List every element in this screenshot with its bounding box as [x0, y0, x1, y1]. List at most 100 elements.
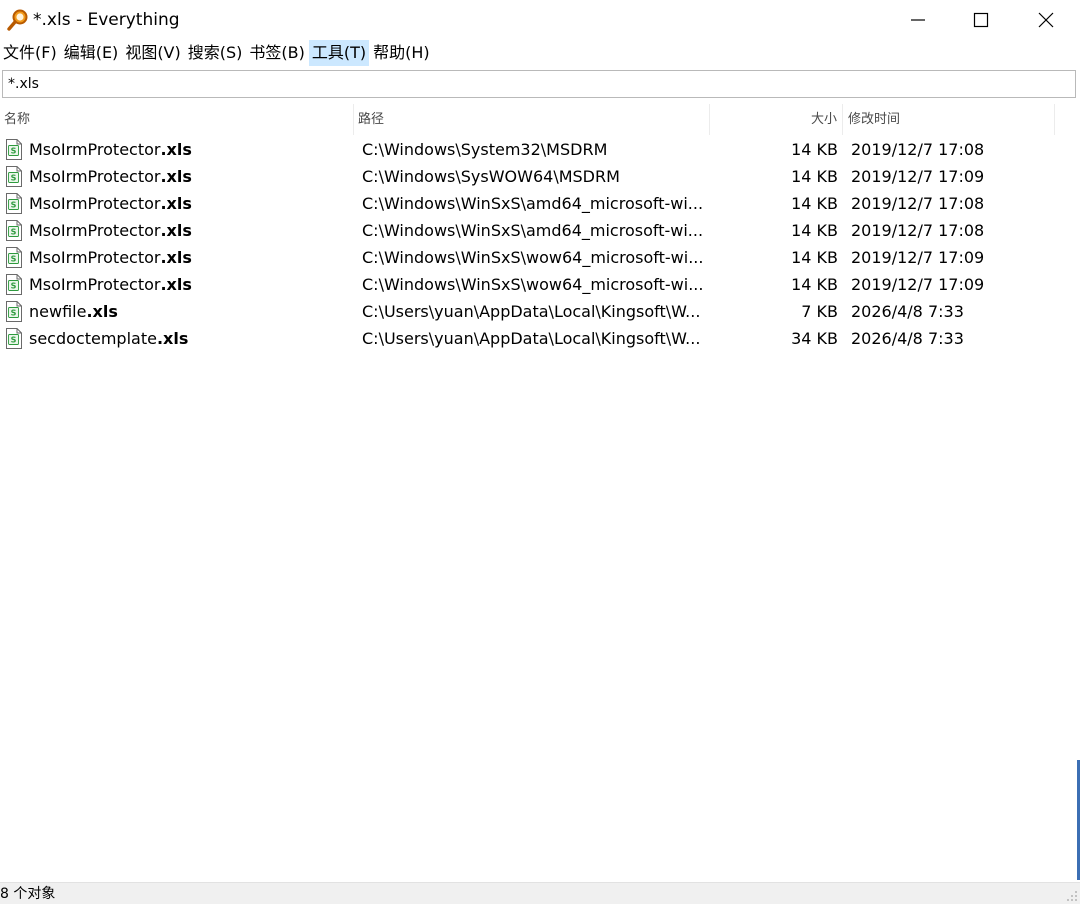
maximize-icon: [973, 12, 989, 28]
file-size: 14 KB: [791, 221, 838, 240]
file-name-extension: .xls: [86, 302, 118, 321]
file-name-stem: MsoIrmProtector: [29, 167, 161, 186]
table-row[interactable]: S MsoIrmProtector.xls C:\Windows\WinSxS\am…: [0, 217, 1080, 244]
status-bar: 8 个对象: [0, 882, 1080, 904]
magnifier-icon: [6, 8, 30, 32]
column-header-path[interactable]: 路径: [354, 104, 710, 135]
menu-bar: 文件(F) 编辑(E) 视图(V) 搜索(S) 书签(B) 工具(T) 帮助(H…: [0, 40, 1080, 67]
table-row[interactable]: S MsoIrmProtector.xls C:\Windows\WinSxS\wo…: [0, 244, 1080, 271]
file-path: C:\Windows\System32\MSDRM: [362, 140, 608, 159]
table-row[interactable]: S MsoIrmProtector.xls C:\Windows\WinSxS\am…: [0, 190, 1080, 217]
file-name-stem: MsoIrmProtector: [29, 248, 161, 267]
search-input[interactable]: [3, 71, 1074, 97]
menu-tools[interactable]: 工具(T): [308, 40, 370, 66]
object-count: 8 个对象: [0, 886, 56, 902]
file-name-extension: .xls: [160, 167, 192, 186]
file-size: 34 KB: [791, 329, 838, 348]
column-header-name[interactable]: 名称: [0, 104, 354, 135]
file-path: C:\Windows\WinSxS\wow64_microsoft-wi...: [362, 248, 704, 267]
file-name: MsoIrmProtector.xls: [29, 136, 349, 163]
file-name-extension: .xls: [160, 194, 192, 213]
file-path: C:\Windows\WinSxS\amd64_microsoft-wi...: [362, 221, 704, 240]
column-header-row: 名称 路径 大小 修改时间: [0, 104, 1080, 135]
search-box: [2, 70, 1076, 98]
svg-text:S: S: [11, 282, 17, 291]
table-row[interactable]: S MsoIrmProtector.xls C:\Windows\System32\…: [0, 136, 1080, 163]
svg-text:S: S: [11, 201, 17, 210]
everything-window: *.xls - Everything 文件(F) 编辑(E) 视图(V) 搜索(…: [0, 0, 1080, 904]
file-path: C:\Windows\WinSxS\amd64_microsoft-wi...: [362, 194, 704, 213]
column-header-date-modified[interactable]: 修改时间: [843, 104, 1055, 135]
svg-text:S: S: [11, 255, 17, 264]
table-row[interactable]: S MsoIrmProtector.xls C:\Windows\SysWOW64\…: [0, 163, 1080, 190]
file-name: MsoIrmProtector.xls: [29, 190, 349, 217]
resize-grip-icon[interactable]: [1066, 890, 1078, 902]
menu-edit[interactable]: 编辑(E): [61, 40, 122, 66]
column-header-size[interactable]: 大小: [710, 104, 843, 135]
file-name-extension: .xls: [160, 221, 192, 240]
svg-text:S: S: [11, 147, 17, 156]
file-path: C:\Windows\SysWOW64\MSDRM: [362, 167, 620, 186]
file-size: 14 KB: [791, 248, 838, 267]
svg-text:S: S: [11, 228, 17, 237]
spreadsheet-file-icon: S: [5, 274, 23, 295]
file-name-stem: secdoctemplate: [29, 329, 157, 348]
file-name-extension: .xls: [160, 275, 192, 294]
results-list: S MsoIrmProtector.xls C:\Windows\System32\…: [0, 136, 1080, 352]
file-name: secdoctemplate.xls: [29, 325, 349, 352]
file-name-stem: MsoIrmProtector: [29, 221, 161, 240]
spreadsheet-file-icon: S: [5, 166, 23, 187]
menu-view[interactable]: 视图(V): [122, 40, 183, 66]
file-size: 14 KB: [791, 140, 838, 159]
file-size: 7 KB: [801, 302, 838, 321]
title-bar[interactable]: *.xls - Everything: [0, 0, 1080, 40]
table-row[interactable]: Snewfile.xls C:\Users\yuan\AppData\Local\…: [0, 298, 1080, 325]
file-path: C:\Users\yuan\AppData\Local\Kingsoft\W..…: [362, 329, 701, 348]
file-date-modified: 2019/12/7 17:09: [851, 275, 985, 294]
table-row[interactable]: Ssecdoctemplate.xls C:\Users\yuan\AppData…: [0, 325, 1080, 352]
spreadsheet-file-icon: S: [5, 301, 23, 322]
file-name: MsoIrmProtector.xls: [29, 163, 349, 190]
file-path: C:\Users\yuan\AppData\Local\Kingsoft\W..…: [362, 302, 701, 321]
minimize-button[interactable]: [886, 0, 950, 40]
file-name-stem: newfile: [29, 302, 87, 321]
file-name: newfile.xls: [29, 298, 349, 325]
file-name-extension: .xls: [156, 329, 189, 348]
file-name: MsoIrmProtector.xls: [29, 244, 349, 271]
close-button[interactable]: [1014, 0, 1078, 40]
menu-file[interactable]: 文件(F): [0, 40, 60, 66]
file-name-stem: MsoIrmProtector: [29, 140, 161, 159]
file-size: 14 KB: [791, 167, 838, 186]
file-date-modified: 2019/12/7 17:08: [851, 140, 985, 159]
close-icon: [1038, 12, 1054, 28]
file-size: 14 KB: [791, 275, 838, 294]
spreadsheet-file-icon: S: [5, 247, 23, 268]
spreadsheet-file-icon: S: [5, 220, 23, 241]
maximize-button[interactable]: [949, 0, 1013, 40]
table-row[interactable]: S MsoIrmProtector.xls C:\Windows\WinSxS\wo…: [0, 271, 1080, 298]
svg-text:S: S: [11, 174, 17, 183]
svg-text:S: S: [11, 336, 17, 345]
menu-help[interactable]: 帮助(H): [370, 40, 433, 66]
spreadsheet-file-icon: S: [5, 328, 23, 349]
spreadsheet-file-icon: S: [5, 139, 23, 160]
file-date-modified: 2019/12/7 17:09: [851, 248, 985, 267]
spreadsheet-file-icon: S: [5, 193, 23, 214]
file-path: C:\Windows\WinSxS\wow64_microsoft-wi...: [362, 275, 704, 294]
file-date-modified: 2019/12/7 17:08: [851, 194, 985, 213]
file-size: 14 KB: [791, 194, 838, 213]
file-name-extension: .xls: [160, 248, 192, 267]
file-name-stem: MsoIrmProtector: [29, 194, 161, 213]
file-date-modified: 2026/4/8 7:33: [851, 329, 964, 348]
menu-bookmarks[interactable]: 书签(B): [246, 40, 307, 66]
file-name: MsoIrmProtector.xls: [29, 217, 349, 244]
file-date-modified: 2019/12/7 17:09: [851, 167, 985, 186]
svg-text:S: S: [11, 309, 17, 318]
file-name-stem: MsoIrmProtector: [29, 275, 161, 294]
file-date-modified: 2019/12/7 17:08: [851, 221, 985, 240]
window-title: *.xls - Everything: [33, 10, 180, 30]
menu-search[interactable]: 搜索(S): [185, 40, 246, 66]
file-date-modified: 2026/4/8 7:33: [851, 302, 964, 321]
file-name: MsoIrmProtector.xls: [29, 271, 349, 298]
minimize-icon: [911, 19, 925, 21]
